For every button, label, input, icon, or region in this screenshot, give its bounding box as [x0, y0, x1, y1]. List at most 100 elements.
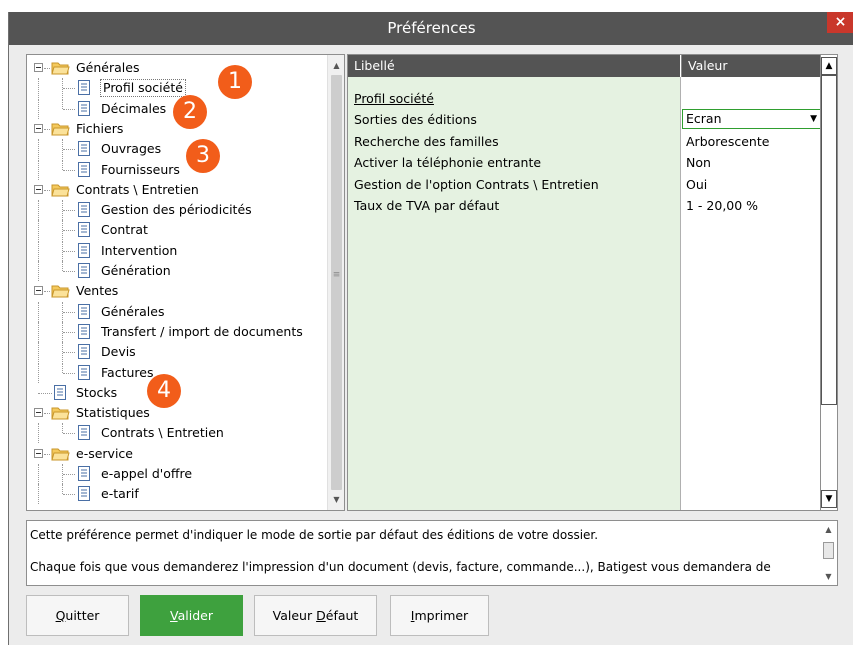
tree-item[interactable]: Profil société — [27, 78, 327, 99]
grid-scrollbar[interactable]: ▲ ▼ — [820, 55, 837, 510]
scroll-up-arrow-icon[interactable]: ▲ — [328, 57, 344, 74]
grid-scroll-thumb[interactable] — [821, 75, 837, 405]
column-header-valeur[interactable]: Valeur — [681, 55, 823, 77]
tree-item[interactable]: Générales — [27, 301, 327, 322]
tree-connector — [63, 210, 75, 212]
collapse-expander-icon[interactable] — [34, 63, 43, 72]
tree-connector — [38, 98, 39, 119]
tree-item[interactable]: Ouvrages — [27, 139, 327, 160]
tree-item-label: e-appel d'offre — [101, 466, 193, 481]
grid-row-value[interactable]: Oui — [686, 174, 707, 195]
open-folder-icon — [51, 122, 70, 136]
grid-row-label[interactable]: Activer la téléphonie entrante — [354, 152, 541, 173]
tree-connector — [38, 220, 39, 241]
grid-section-title: Profil société — [354, 91, 434, 106]
document-icon — [78, 486, 90, 502]
tree-connector — [63, 474, 75, 475]
tree-folder[interactable]: Générales — [27, 58, 327, 78]
document-icon — [78, 242, 90, 258]
document-icon — [78, 100, 90, 116]
window-title: Préférences — [387, 19, 476, 37]
scroll-down-arrow-icon[interactable]: ▼ — [328, 491, 344, 508]
tree-connector — [44, 291, 50, 293]
tree-connector — [44, 68, 50, 69]
close-button[interactable]: × — [827, 12, 853, 33]
grid-row-value[interactable]: Arborescente — [686, 131, 769, 152]
tree-connector — [38, 362, 39, 383]
tree-item[interactable]: Génération — [27, 261, 327, 281]
tree-connector — [44, 128, 50, 130]
grid-row-value[interactable]: 1 - 20,00 % — [686, 195, 758, 216]
quit-button[interactable]: Quitter — [26, 595, 129, 636]
tree-item[interactable]: Contrats \ Entretien — [27, 423, 327, 444]
preferences-grid[interactable]: Libellé Valeur Profil société Sorties de… — [347, 54, 838, 511]
description-scroll-thumb[interactable] — [823, 542, 834, 559]
tree-connector — [38, 240, 39, 261]
tree-folder[interactable]: e-service — [27, 444, 327, 464]
validate-button[interactable]: Valider — [140, 595, 243, 636]
tree-connector — [38, 301, 39, 322]
tree-connector — [63, 169, 75, 171]
description-scrollbar[interactable]: ▲ ▼ — [820, 521, 837, 585]
tree-item-label: Ventes — [76, 283, 119, 299]
description-scroll-down-icon[interactable]: ▼ — [820, 572, 837, 581]
open-folder-icon — [51, 284, 70, 298]
tree-item-label: Contrats \ Entretien — [76, 181, 199, 197]
tree-item[interactable]: e-appel d'offre — [27, 464, 327, 484]
collapse-expander-icon[interactable] — [34, 448, 43, 458]
tree-folder[interactable]: Ventes — [27, 281, 327, 301]
tree-item[interactable]: e-tarif — [27, 484, 327, 505]
annotation-badge-2: 2 — [173, 95, 207, 129]
grid-scroll-up-icon[interactable]: ▲ — [821, 57, 837, 75]
tree-item[interactable]: Intervention — [27, 240, 327, 261]
tree-connector — [63, 250, 75, 252]
description-scroll-up-icon[interactable]: ▲ — [820, 525, 837, 534]
tree-item-label: Génération — [101, 263, 171, 278]
validate-label-rest: alider — [177, 608, 213, 623]
document-icon — [78, 202, 90, 218]
tree-scrollbar[interactable]: ▲ ≡ ▼ — [327, 55, 344, 510]
collapse-expander-icon[interactable] — [34, 184, 43, 194]
default-value-button[interactable]: Valeur Défaut — [254, 595, 377, 636]
tree-item[interactable]: Gestion des périodicités — [27, 200, 327, 221]
preferences-window: Préférences × Générales Profil société Déc… — [8, 12, 853, 645]
tree-folder[interactable]: Statistiques — [27, 403, 327, 423]
tree-connector — [44, 189, 50, 191]
document-icon — [78, 425, 90, 441]
scroll-grip-icon: ≡ — [332, 270, 341, 280]
title-bar[interactable]: Préférences × — [9, 12, 853, 45]
collapse-expander-icon[interactable] — [34, 408, 43, 418]
tree-item[interactable]: Contrat — [27, 220, 327, 241]
tree-connector — [38, 139, 39, 160]
grid-scroll-down-icon[interactable]: ▼ — [821, 490, 837, 508]
tree-item[interactable]: Fournisseurs — [27, 159, 327, 180]
tree-connector — [62, 98, 63, 109]
grid-row-label[interactable]: Taux de TVA par défaut — [354, 195, 499, 216]
tree-connector — [62, 423, 63, 434]
tree-item-label: Devis — [101, 344, 136, 360]
tree-connector — [63, 271, 75, 272]
grid-row-label[interactable]: Sorties des éditions — [354, 109, 477, 130]
document-icon — [78, 161, 90, 177]
open-folder-icon — [51, 406, 70, 420]
tree-connector — [38, 484, 39, 505]
collapse-expander-icon[interactable] — [34, 123, 43, 133]
tree-folder[interactable]: Contrats \ Entretien — [27, 180, 327, 200]
grid-row-value[interactable]: Non — [686, 152, 711, 173]
column-header-libelle[interactable]: Libellé — [348, 55, 680, 77]
collapse-expander-icon[interactable] — [34, 286, 43, 296]
tree-item-label: Gestion des périodicités — [101, 202, 252, 218]
sorties-editions-dropdown[interactable]: Ecran ▼ — [682, 109, 822, 129]
grid-row-label[interactable]: Gestion de l'option Contrats \ Entretien — [354, 174, 599, 195]
print-button[interactable]: Imprimer — [390, 595, 489, 636]
tree-item[interactable]: Transfert / import de documents — [27, 321, 327, 342]
tree-item-label: Transfert / import de documents — [101, 323, 303, 339]
tree-connector — [38, 423, 39, 444]
document-icon — [78, 141, 90, 157]
tree-connector — [44, 413, 50, 415]
dropdown-caret-icon: ▼ — [810, 114, 817, 124]
tree-connector — [44, 453, 50, 455]
tree-connector — [38, 261, 39, 281]
grid-row-label[interactable]: Recherche des familles — [354, 131, 499, 152]
tree-item[interactable]: Devis — [27, 342, 327, 363]
